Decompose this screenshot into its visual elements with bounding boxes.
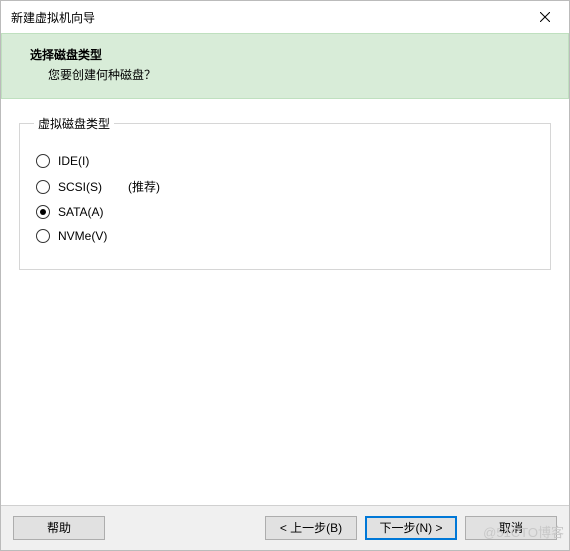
window-title: 新建虚拟机向导 [11, 9, 523, 26]
header-title: 选择磁盘类型 [30, 46, 550, 64]
radio-icon [36, 205, 50, 219]
wizard-footer: 帮助 < 上一步(B) 下一步(N) > 取消 [1, 505, 569, 550]
close-icon [540, 12, 550, 22]
back-button[interactable]: < 上一步(B) [265, 516, 357, 540]
title-bar: 新建虚拟机向导 [1, 1, 569, 33]
disk-type-group: 虚拟磁盘类型 IDE(I) SCSI(S) (推荐) SATA(A) NVMe(… [19, 115, 551, 270]
radio-option-nvme[interactable]: NVMe(V) [36, 229, 536, 243]
wizard-dialog: 新建虚拟机向导 选择磁盘类型 您要创建何种磁盘？ 虚拟磁盘类型 IDE(I) S… [0, 0, 570, 551]
wizard-header: 选择磁盘类型 您要创建何种磁盘？ [1, 33, 569, 99]
group-legend: 虚拟磁盘类型 [34, 115, 114, 132]
help-button[interactable]: 帮助 [13, 516, 105, 540]
close-button[interactable] [523, 2, 567, 32]
radio-label: SATA(A) [58, 205, 104, 219]
radio-option-sata[interactable]: SATA(A) [36, 205, 536, 219]
radio-icon [36, 154, 50, 168]
wizard-content: 虚拟磁盘类型 IDE(I) SCSI(S) (推荐) SATA(A) NVMe(… [1, 99, 569, 505]
cancel-button[interactable]: 取消 [465, 516, 557, 540]
radio-icon [36, 229, 50, 243]
radio-option-scsi[interactable]: SCSI(S) (推荐) [36, 178, 536, 195]
next-button[interactable]: 下一步(N) > [365, 516, 457, 540]
radio-option-ide[interactable]: IDE(I) [36, 154, 536, 168]
radio-label: NVMe(V) [58, 229, 107, 243]
radio-icon [36, 180, 50, 194]
header-subtitle: 您要创建何种磁盘？ [30, 66, 550, 84]
radio-label: SCSI(S) [58, 180, 102, 194]
radio-hint: (推荐) [128, 178, 160, 195]
radio-label: IDE(I) [58, 154, 89, 168]
